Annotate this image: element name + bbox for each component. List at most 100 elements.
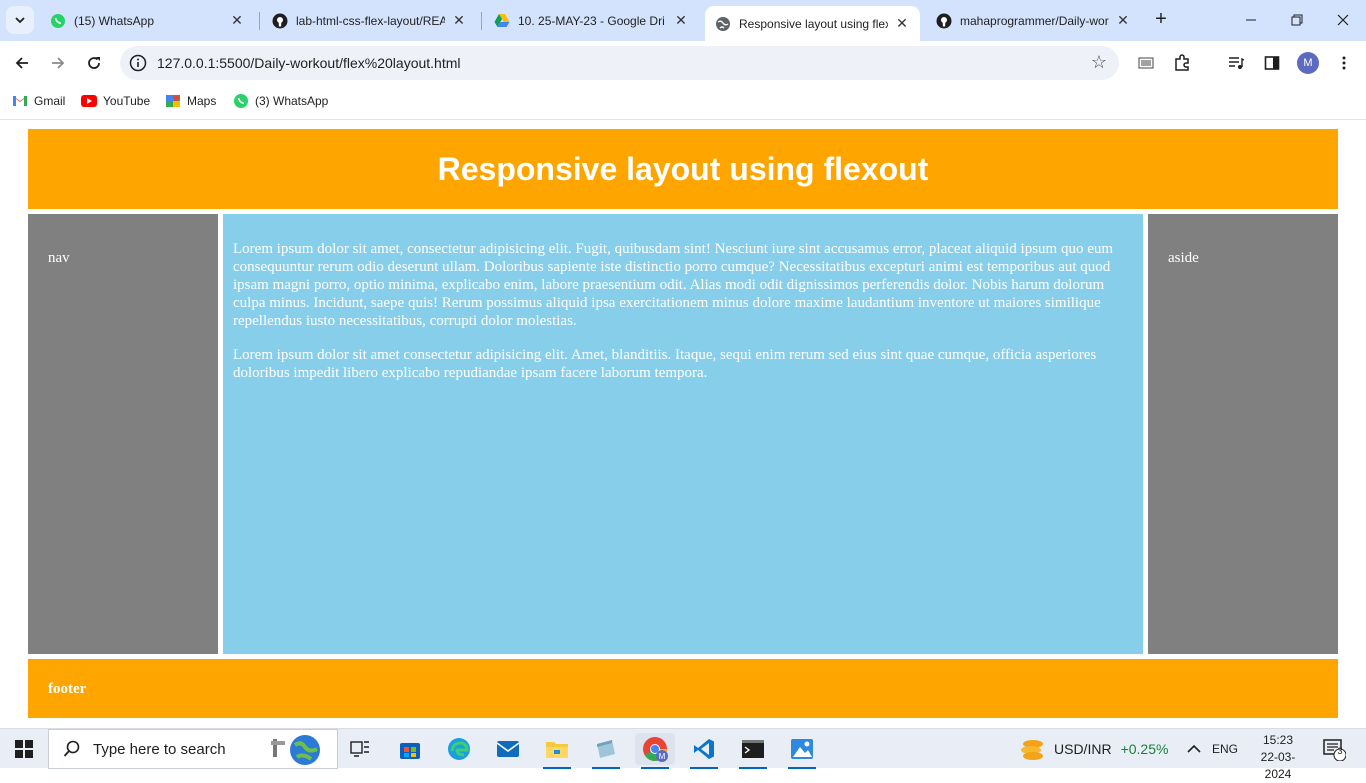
vscode-icon [694, 739, 714, 759]
main-paragraph: Lorem ipsum dolor sit amet, consectetur … [233, 241, 1114, 329]
restore-button[interactable] [1274, 0, 1320, 40]
show-hidden-icons-button[interactable] [1187, 729, 1201, 769]
page-header: Responsive layout using flexout [28, 129, 1338, 209]
store-app-button[interactable] [390, 733, 430, 765]
main-paragraph: Lorem ipsum dolor sit amet consectetur a… [233, 347, 1097, 381]
reload-button[interactable] [80, 49, 108, 77]
active-indicator [788, 767, 816, 769]
arrow-left-icon [15, 57, 28, 69]
search-icon [63, 740, 80, 757]
active-indicator [543, 767, 571, 769]
reload-icon [88, 57, 100, 69]
minimize-icon [1246, 19, 1256, 21]
active-indicator [739, 767, 767, 769]
google-drive-icon [494, 13, 510, 29]
tab-github-lab[interactable]: lab-html-css-flex-layout/REA ✕ [262, 6, 477, 35]
chevron-down-icon [15, 17, 25, 24]
currency-widget[interactable]: USD/INR +0.25% [1020, 729, 1168, 769]
main-content: Lorem ipsum dolor sit amet, consectetur … [223, 214, 1143, 654]
chrome-icon: M [643, 737, 668, 762]
task-view-button[interactable] [340, 733, 380, 765]
barcode-icon [1138, 57, 1154, 69]
bookmark-maps[interactable]: Maps [165, 93, 216, 109]
browser-toolbar: 127.0.0.1:5500/Daily-workout/flex%20layo… [0, 41, 1366, 85]
menu-button[interactable] [1330, 49, 1358, 77]
clock-time: 15:23 [1262, 733, 1294, 747]
photos-icon [791, 739, 813, 759]
tab-responsive-layout[interactable]: Responsive layout using flex ✕ [705, 6, 920, 41]
nav-label: nav [48, 250, 70, 266]
bookmark-youtube[interactable]: YouTube [81, 93, 150, 109]
media-control-button[interactable] [1222, 49, 1250, 77]
notepad-app-button[interactable] [586, 733, 626, 769]
bookmark-star-icon[interactable]: ☆ [1091, 52, 1107, 73]
system-clock[interactable]: 15:23 22-03-2024 [1250, 732, 1306, 783]
bookmarks-bar: Gmail YouTube Maps (3) WhatsApp [0, 85, 1366, 120]
extensions-button[interactable] [1168, 49, 1196, 77]
address-bar[interactable]: 127.0.0.1:5500/Daily-workout/flex%20layo… [120, 46, 1119, 80]
close-icon [1337, 14, 1349, 26]
close-icon[interactable]: ✕ [894, 15, 910, 32]
svg-text:M: M [659, 752, 666, 761]
tab-title: Responsive layout using flex [739, 16, 888, 31]
edge-icon [448, 738, 470, 760]
more-vertical-icon [1342, 56, 1346, 70]
web-page: Responsive layout using flexout nav Lore… [0, 121, 1366, 718]
tab-title: (15) WhatsApp [74, 13, 155, 28]
globe-icon [271, 735, 320, 765]
whatsapp-icon [233, 93, 249, 109]
nav-panel: nav [28, 214, 218, 654]
reading-mode-button[interactable] [1132, 49, 1160, 77]
notification-center-button[interactable]: 3 [1322, 729, 1346, 769]
close-icon[interactable]: ✕ [1115, 12, 1131, 29]
forward-button[interactable] [44, 49, 72, 77]
bookmark-whatsapp[interactable]: (3) WhatsApp [233, 93, 328, 109]
profile-avatar[interactable]: M [1297, 52, 1319, 74]
tab-google-drive[interactable]: 10. 25-MAY-23 - Google Dri ✕ [484, 6, 699, 35]
taskbar-search[interactable]: Type here to search [48, 729, 338, 769]
close-icon[interactable]: ✕ [673, 12, 689, 29]
photos-app-button[interactable] [782, 733, 822, 769]
github-icon [936, 13, 952, 29]
tab-strip: (15) WhatsApp ✕ lab-html-css-flex-layout… [0, 0, 1366, 41]
vscode-app-button[interactable] [684, 733, 724, 769]
active-indicator [641, 767, 669, 769]
terminal-app-button[interactable] [733, 733, 773, 769]
close-window-button[interactable] [1320, 0, 1366, 40]
search-placeholder: Type here to search [93, 740, 226, 758]
bookmark-gmail[interactable]: Gmail [12, 93, 65, 109]
tab-search-button[interactable] [6, 6, 34, 34]
close-icon[interactable]: ✕ [229, 12, 245, 29]
file-explorer-button[interactable] [537, 733, 577, 769]
mail-app-button[interactable] [488, 733, 528, 765]
tab-github-daily[interactable]: mahaprogrammer/Daily-wor ✕ [926, 6, 1141, 35]
tab-title: mahaprogrammer/Daily-wor [960, 13, 1109, 28]
task-view-icon [350, 741, 369, 757]
page-footer: footer [28, 659, 1338, 718]
active-indicator [592, 767, 620, 769]
active-indicator [690, 767, 718, 769]
side-panel-button[interactable] [1258, 49, 1286, 77]
notification-count: 3 [1337, 746, 1343, 756]
chrome-app-button[interactable]: M [635, 733, 675, 769]
currency-pair: USD/INR [1054, 741, 1112, 757]
playlist-icon [1229, 57, 1244, 69]
bookmark-label: Gmail [34, 94, 66, 108]
tab-divider [259, 12, 260, 30]
info-icon[interactable] [129, 54, 147, 72]
edge-app-button[interactable] [439, 733, 479, 765]
back-button[interactable] [8, 49, 36, 77]
gmail-icon [12, 93, 28, 109]
start-button[interactable] [0, 729, 48, 769]
tab-whatsapp[interactable]: (15) WhatsApp ✕ [40, 6, 255, 35]
bookmark-label: (3) WhatsApp [255, 94, 329, 108]
language-indicator[interactable]: ENG [1212, 729, 1238, 769]
arrow-right-icon [52, 57, 65, 69]
url-text[interactable]: 127.0.0.1:5500/Daily-workout/flex%20layo… [157, 55, 461, 71]
tab-title: 10. 25-MAY-23 - Google Dri [518, 13, 665, 28]
minimize-button[interactable] [1228, 0, 1274, 40]
close-icon[interactable]: ✕ [451, 12, 467, 29]
new-tab-button[interactable]: + [1150, 8, 1172, 30]
terminal-icon [742, 740, 764, 758]
maps-icon [165, 93, 181, 109]
